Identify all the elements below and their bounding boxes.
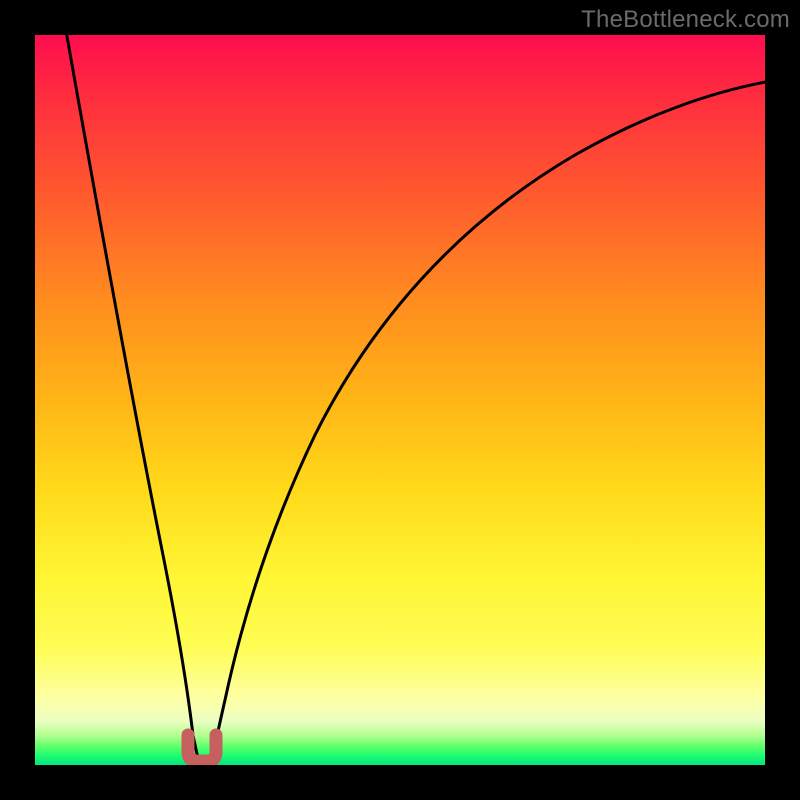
trough-marker xyxy=(188,735,216,761)
watermark-text: TheBottleneck.com xyxy=(581,6,790,34)
curve-left-branch xyxy=(65,35,200,765)
curve-right-branch xyxy=(210,80,765,765)
chart-curves xyxy=(35,35,765,765)
plot-area xyxy=(35,35,765,765)
chart-frame: TheBottleneck.com xyxy=(0,0,800,800)
